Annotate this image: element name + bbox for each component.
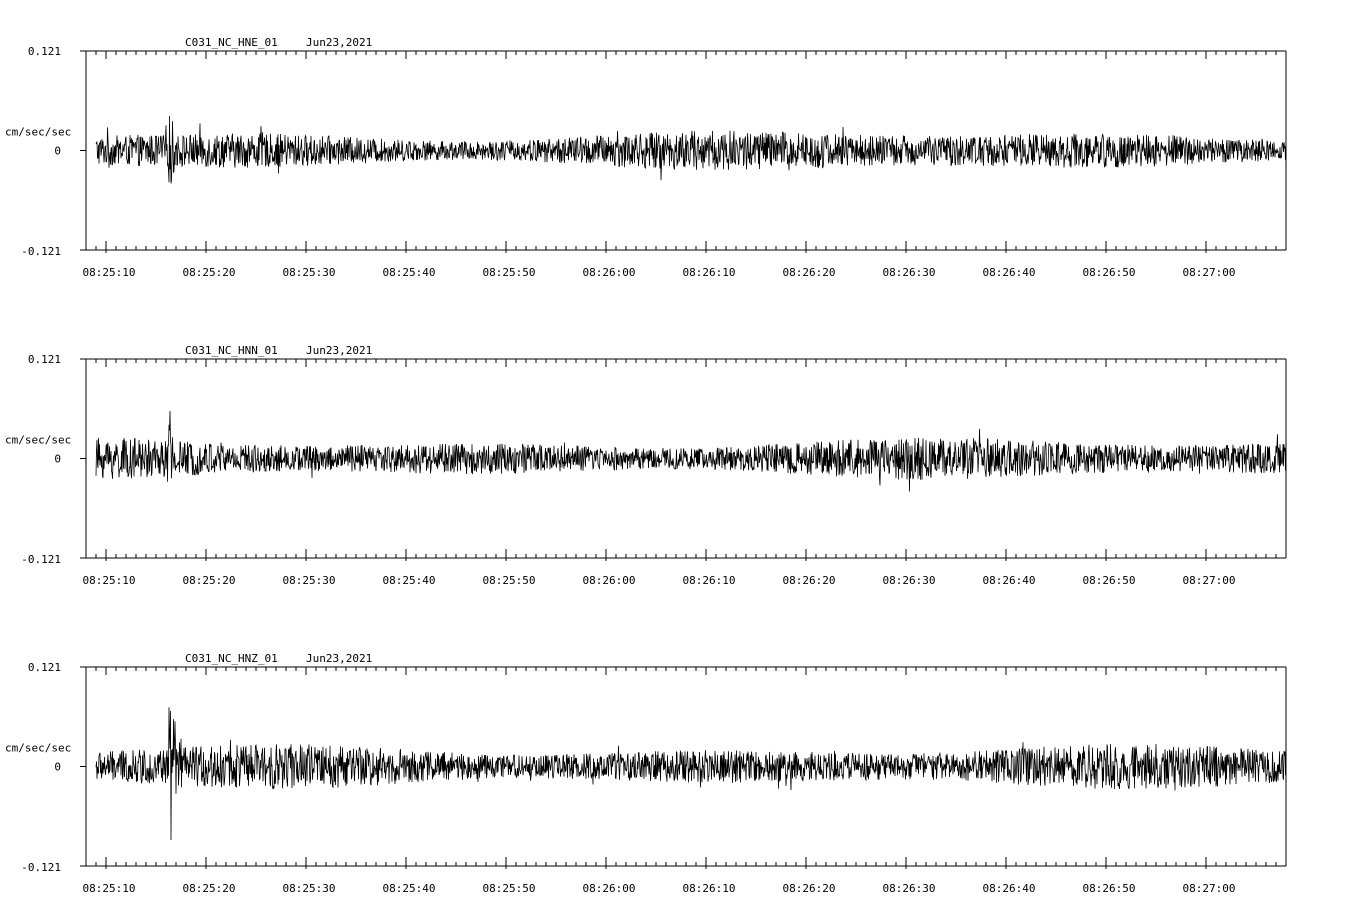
x-tick-label: 08:26:50	[1083, 574, 1136, 587]
waveform-trace	[95, 410, 1287, 492]
y-tick-label-top: 0.121	[28, 661, 61, 674]
x-tick-label: 08:26:00	[583, 882, 636, 895]
x-tick-label: 08:25:50	[483, 266, 536, 279]
y-tick-label-zero: 0	[54, 453, 61, 466]
seismogram-figure: C031_NC_HNE_01 Jun23,2021 0.121 0 -0.121 cm/s…	[5, 36, 1287, 895]
x-tick-label: 08:25:50	[483, 574, 536, 587]
x-tick-label: 08:26:10	[683, 574, 736, 587]
x-tick-label: 08:27:00	[1183, 266, 1236, 279]
y-tick-label-bottom: -0.121	[21, 553, 61, 566]
channel-panel: C031_NC_HNN_01 Jun23,2021 0.121 0 -0.121 cm/s…	[5, 344, 1287, 587]
waveform-trace	[95, 707, 1287, 841]
x-tick-label: 08:26:30	[883, 574, 936, 587]
x-tick-label: 08:27:00	[1183, 574, 1236, 587]
channel-title: C031_NC_HNE_01	[185, 36, 278, 49]
x-tick-label: 08:26:50	[1083, 266, 1136, 279]
x-tick-label: 08:25:10	[83, 882, 136, 895]
x-tick-label: 08:26:10	[683, 882, 736, 895]
x-tick-label: 08:25:40	[383, 266, 436, 279]
x-tick-label: 08:26:10	[683, 266, 736, 279]
x-tick-label: 08:26:00	[583, 574, 636, 587]
channel-title: C031_NC_HNZ_01	[185, 652, 278, 665]
x-tick-label: 08:25:30	[283, 882, 336, 895]
x-tick-label: 08:26:00	[583, 266, 636, 279]
x-tick-label: 08:26:20	[783, 266, 836, 279]
x-tick-label: 08:25:20	[183, 266, 236, 279]
channel-title: C031_NC_HNN_01	[185, 344, 278, 357]
waveform-trace	[95, 115, 1287, 184]
y-tick-label-bottom: -0.121	[21, 245, 61, 258]
x-tick-label: 08:26:30	[883, 266, 936, 279]
channel-date: Jun23,2021	[306, 652, 372, 665]
x-tick-label: 08:26:20	[783, 574, 836, 587]
x-tick-label: 08:25:30	[283, 266, 336, 279]
x-tick-label: 08:26:40	[983, 882, 1036, 895]
y-axis-label: cm/sec/sec	[5, 434, 71, 447]
x-tick-label: 08:26:40	[983, 266, 1036, 279]
channel-panel: C031_NC_HNE_01 Jun23,2021 0.121 0 -0.121 cm/s…	[5, 36, 1287, 279]
channel-panel: C031_NC_HNZ_01 Jun23,2021 0.121 0 -0.121 cm/s…	[5, 652, 1287, 895]
x-tick-label: 08:25:40	[383, 882, 436, 895]
x-tick-label: 08:26:40	[983, 574, 1036, 587]
y-tick-label-zero: 0	[54, 145, 61, 158]
x-tick-label: 08:26:20	[783, 882, 836, 895]
y-tick-label-top: 0.121	[28, 45, 61, 58]
channel-date: Jun23,2021	[306, 36, 372, 49]
y-axis-label: cm/sec/sec	[5, 742, 71, 755]
x-tick-label: 08:27:00	[1183, 882, 1236, 895]
x-tick-label: 08:25:30	[283, 574, 336, 587]
y-tick-label-zero: 0	[54, 761, 61, 774]
y-axis-label: cm/sec/sec	[5, 126, 71, 139]
channel-date: Jun23,2021	[306, 344, 372, 357]
y-tick-label-top: 0.121	[28, 353, 61, 366]
x-tick-label: 08:26:30	[883, 882, 936, 895]
x-tick-label: 08:25:10	[83, 574, 136, 587]
x-tick-label: 08:25:20	[183, 882, 236, 895]
x-tick-label: 08:25:10	[83, 266, 136, 279]
x-tick-label: 08:25:20	[183, 574, 236, 587]
x-tick-label: 08:26:50	[1083, 882, 1136, 895]
x-tick-label: 08:25:50	[483, 882, 536, 895]
x-tick-label: 08:25:40	[383, 574, 436, 587]
y-tick-label-bottom: -0.121	[21, 861, 61, 874]
